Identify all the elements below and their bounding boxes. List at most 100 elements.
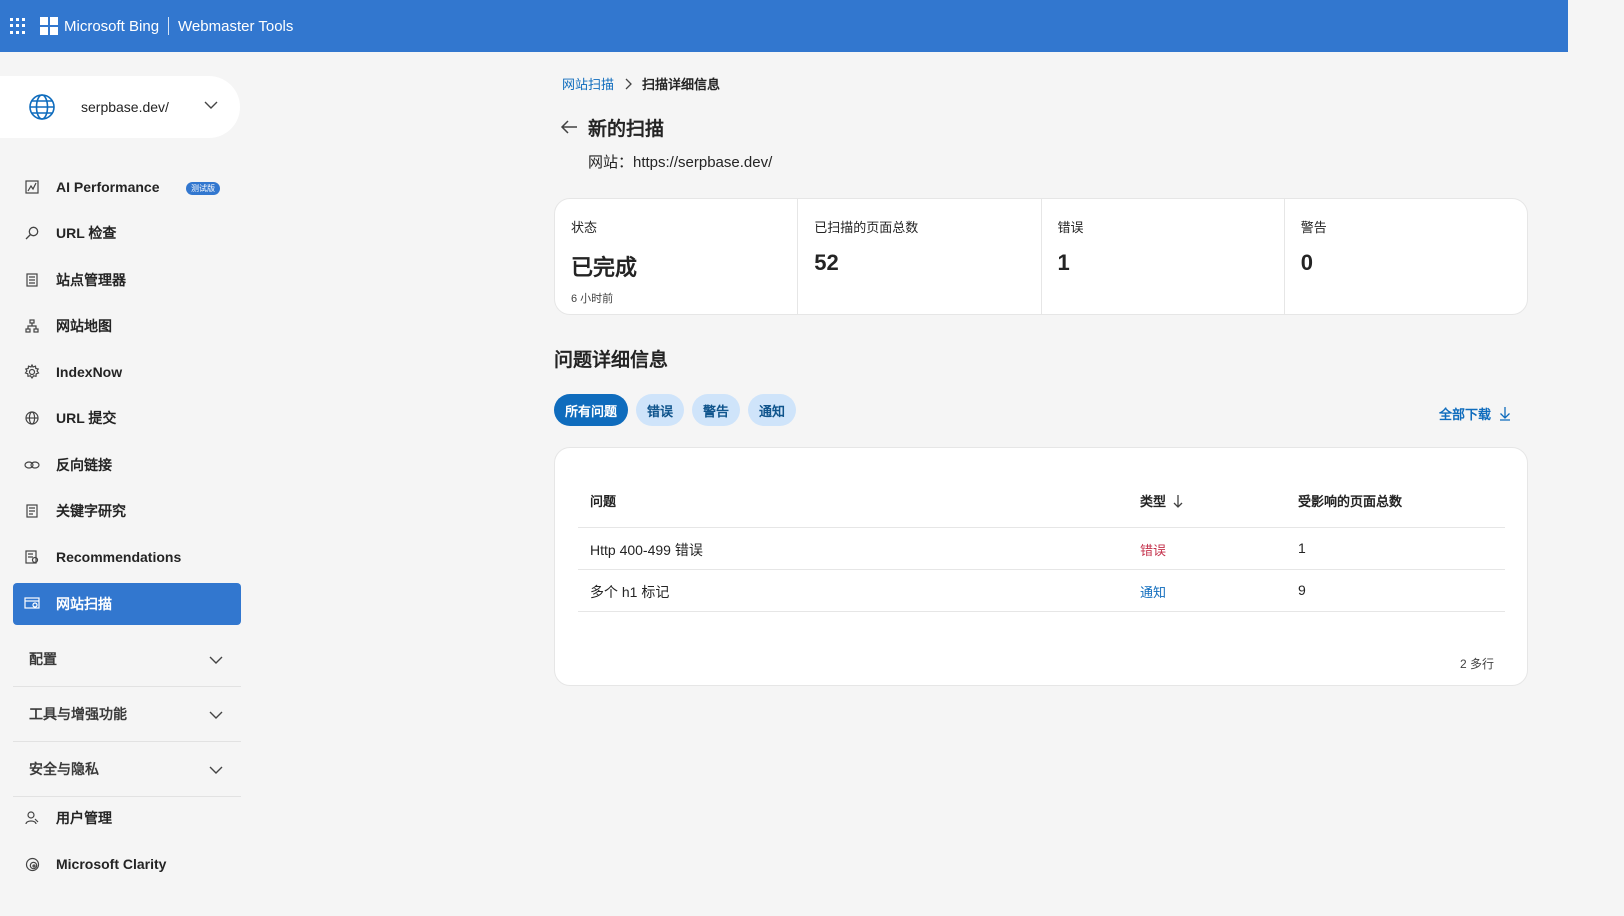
chevron-right-icon [625, 78, 632, 89]
sidebar-item-label: Recommendations [56, 549, 182, 566]
section-configuration[interactable]: 配置 [13, 632, 241, 687]
sidebar-nav-bottom: 用户管理 Microsoft Clarity [13, 797, 241, 890]
chevron-down-icon [209, 711, 223, 719]
issue-filter-tabs: 所有问题 错误 警告 通知 [554, 394, 804, 426]
site-selector[interactable]: serpbase.dev/ [0, 76, 240, 138]
stat-status: 状态 已完成 6 小时前 [555, 199, 799, 314]
sidebar-nav: AI Performance 测试版 URL 检查 站点管理器 网站地图 Ind… [13, 166, 241, 629]
link-icon [24, 457, 40, 473]
filter-all-issues[interactable]: 所有问题 [554, 394, 629, 426]
sidebar-item-site-explorer[interactable]: 站点管理器 [13, 259, 241, 301]
stat-value: 52 [814, 250, 839, 275]
search-icon [24, 225, 40, 241]
column-header-label: 类型 [1140, 494, 1167, 509]
document-icon [24, 272, 40, 288]
sidebar-item-label: URL 提交 [56, 410, 117, 427]
brand-name[interactable]: Microsoft Bing [64, 18, 159, 35]
site-scan-icon [24, 596, 40, 612]
sidebar-item-label: 关键字研究 [56, 503, 126, 520]
sidebar-item-sitemaps[interactable]: 网站地图 [13, 305, 241, 347]
breadcrumb-link-site-scan[interactable]: 网站扫描 [562, 74, 614, 93]
sidebar-item-label: AI Performance [56, 179, 160, 195]
issue-name[interactable]: Http 400-499 错误 [590, 540, 703, 560]
section-label: 配置 [29, 651, 57, 667]
sidebar-item-label: 用户管理 [56, 810, 112, 826]
sidebar-item-site-scan[interactable]: 网站扫描 [13, 582, 241, 625]
affected-pages-count: 9 [1298, 582, 1306, 598]
globe-icon [24, 410, 40, 426]
stat-label: 状态 [571, 220, 598, 235]
site-name: serpbase.dev/ [81, 99, 169, 115]
sidebar-item-label: Microsoft Clarity [56, 856, 167, 873]
sidebar-item-label: URL 检查 [56, 225, 117, 242]
sidebar-item-ai-performance[interactable]: AI Performance 测试版 [13, 166, 241, 208]
top-bar: Microsoft Bing Webmaster Tools [0, 0, 1568, 52]
stat-value: 0 [1300, 250, 1313, 275]
issues-section-title: 问题详细信息 [554, 350, 669, 371]
sitemap-icon [24, 318, 40, 334]
app-launcher-icon[interactable] [10, 18, 26, 34]
chevron-down-icon [209, 656, 223, 664]
brand-divider [168, 17, 170, 35]
download-all-button[interactable]: 全部下载 [1439, 404, 1511, 423]
gear-icon [24, 364, 40, 380]
section-label: 安全与隐私 [29, 761, 99, 777]
sidebar-item-indexnow[interactable]: IndexNow [13, 351, 241, 393]
beta-badge: 测试版 [186, 182, 220, 195]
table-row[interactable]: 多个 h1 标记 通知 9 [578, 570, 1505, 612]
table-header: 问题 类型 受影响的页面总数 [578, 478, 1505, 528]
stat-value: 1 [1057, 250, 1070, 275]
filter-notices[interactable]: 通知 [748, 394, 797, 426]
issue-type: 错误 [1140, 543, 1167, 558]
recommendations-icon [24, 549, 40, 565]
sidebar-item-url-submission[interactable]: URL 提交 [13, 397, 241, 439]
microsoft-logo-icon [40, 17, 58, 35]
stat-label: 警告 [1300, 220, 1327, 235]
stat-timestamp: 6 小时前 [571, 293, 614, 305]
table-row[interactable]: Http 400-499 错误 错误 1 [578, 528, 1505, 570]
sort-descending-icon [1173, 494, 1183, 508]
breadcrumb-current: 扫描详细信息 [642, 77, 721, 92]
user-icon [24, 810, 40, 826]
breadcrumb: 网站扫描 扫描详细信息 [562, 74, 720, 93]
filter-errors[interactable]: 错误 [636, 394, 685, 426]
stat-label: 错误 [1057, 220, 1084, 235]
clarity-icon [24, 856, 40, 872]
ai-performance-icon [24, 179, 40, 195]
column-header-affected-pages[interactable]: 受影响的页面总数 [1298, 491, 1402, 510]
sidebar-item-label: 网站地图 [56, 317, 112, 334]
back-arrow-icon[interactable] [559, 117, 579, 137]
sidebar-item-user-management[interactable]: 用户管理 [13, 797, 241, 839]
chevron-down-icon [209, 766, 223, 774]
stat-warnings: 警告 0 [1285, 199, 1527, 314]
sidebar-item-url-inspection[interactable]: URL 检查 [13, 212, 241, 254]
filter-warnings[interactable]: 警告 [692, 394, 741, 426]
sidebar-item-clarity[interactable]: Microsoft Clarity [13, 843, 241, 885]
column-header-issue[interactable]: 问题 [590, 491, 616, 510]
sidebar-item-recommendations[interactable]: Recommendations [13, 536, 241, 578]
section-label: 工具与增强功能 [29, 706, 127, 722]
section-tools[interactable]: 工具与增强功能 [13, 687, 241, 742]
globe-icon [29, 94, 55, 120]
stat-value: 已完成 [571, 255, 638, 280]
sidebar-item-label: 反向链接 [56, 456, 112, 473]
product-name[interactable]: Webmaster Tools [178, 18, 293, 35]
column-header-type[interactable]: 类型 [1140, 491, 1184, 510]
stat-pages-scanned: 已扫描的页面总数 52 [798, 199, 1042, 314]
scan-summary-card: 状态 已完成 6 小时前 已扫描的页面总数 52 错误 1 警告 0 [554, 198, 1528, 315]
row-count: 2 多行 [1459, 657, 1494, 671]
sidebar-item-keyword-research[interactable]: 关键字研究 [13, 490, 241, 532]
scanned-site-url: 网站：https://serpbase.dev/ [588, 154, 773, 171]
document-icon [24, 503, 40, 519]
page-title: 新的扫描 [588, 119, 665, 140]
section-security[interactable]: 安全与隐私 [13, 742, 241, 797]
download-icon [1500, 407, 1511, 421]
sidebar-item-label: IndexNow [56, 364, 123, 381]
issue-name[interactable]: 多个 h1 标记 [590, 582, 669, 602]
chevron-down-icon [204, 101, 218, 109]
issue-type: 通知 [1140, 585, 1167, 600]
sidebar-item-backlinks[interactable]: 反向链接 [13, 444, 241, 486]
stat-label: 已扫描的页面总数 [814, 220, 919, 235]
stat-errors: 错误 1 [1042, 199, 1285, 314]
download-label: 全部下载 [1439, 407, 1492, 422]
